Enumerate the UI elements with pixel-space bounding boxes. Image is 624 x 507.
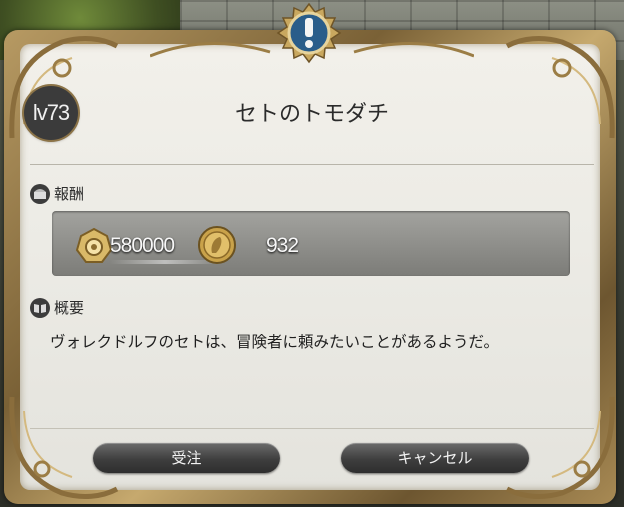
- chest-icon: [30, 183, 50, 204]
- divider: [30, 428, 594, 429]
- reward-label: 報酬: [54, 185, 85, 203]
- cancel-button[interactable]: キャンセル: [341, 443, 529, 473]
- accept-button[interactable]: 受注: [93, 443, 280, 473]
- gold-coin-icon[interactable]: [196, 224, 238, 266]
- quest-description: ヴォレクドルフのセトは、冒険者に頼みたいことがあるようだ。: [50, 333, 500, 351]
- book-icon: [30, 297, 50, 318]
- summary-label: 概要: [54, 299, 85, 317]
- gil-icon[interactable]: [74, 226, 114, 266]
- summary-section-header: 概要: [30, 297, 84, 318]
- quest-title: セトのトモダチ: [234, 102, 389, 127]
- gil-amount: 580000: [110, 234, 175, 257]
- exclamation-emblem-icon: [276, 2, 342, 64]
- divider: [30, 164, 594, 165]
- coin-amount: 932: [266, 234, 299, 257]
- reward-section-header: 報酬: [30, 183, 84, 204]
